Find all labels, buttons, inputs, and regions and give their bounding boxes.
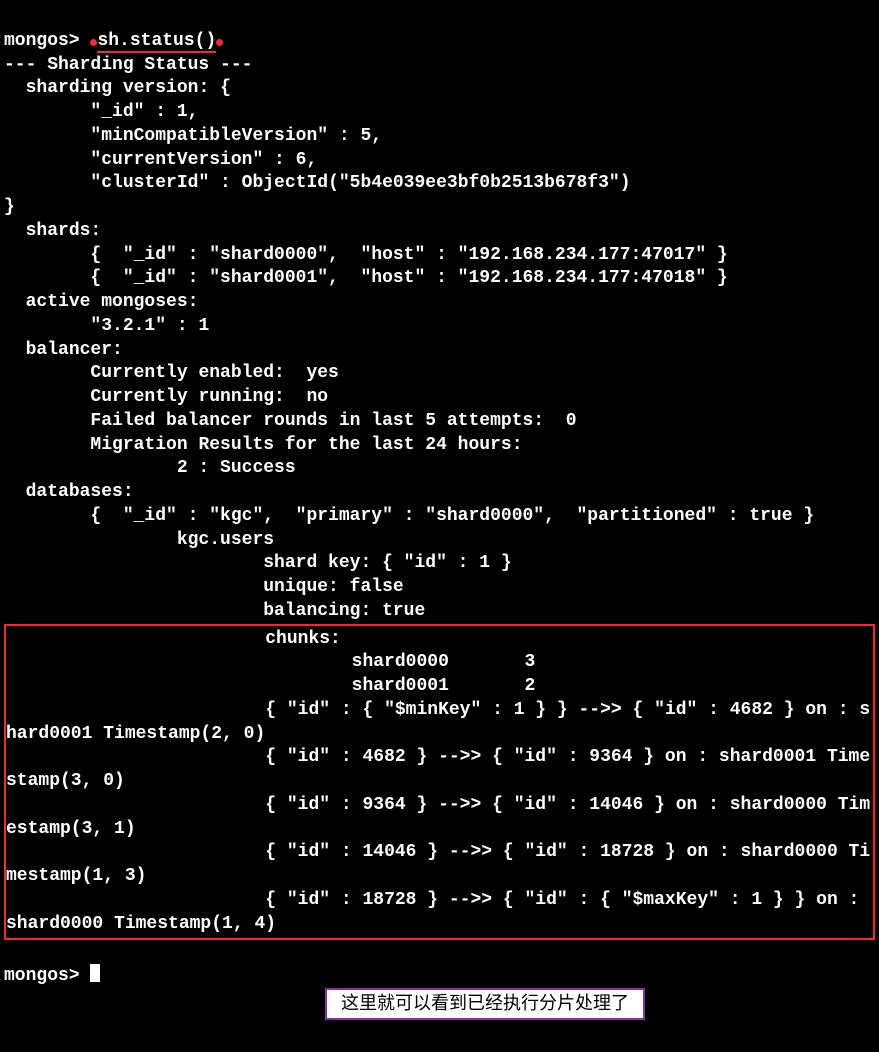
chunk-range-3: { "id" : 14046 } -->> { "id" : 18728 } o… — [6, 842, 870, 886]
status-header: --- Sharding Status --- — [4, 55, 252, 75]
collection-name: kgc.users — [177, 530, 274, 550]
balancer-line-0: Currently enabled: yes — [90, 363, 338, 383]
chunks-summary-0: shard0000 3 — [352, 652, 536, 672]
version-id-val: 1, — [177, 102, 199, 122]
balancer-label: balancer: — [26, 340, 123, 360]
shard-row-1: { "_id" : "shard0001", "host" : "192.168… — [90, 268, 727, 288]
balancer-line-3: Migration Results for the last 24 hours: — [90, 435, 522, 455]
version-min-key: "minCompatibleVersion" — [90, 126, 328, 146]
active-mongoses-label: active mongoses: — [26, 292, 199, 312]
balancing-line: balancing: true — [263, 601, 425, 621]
version-cur-key: "currentVersion" — [90, 150, 263, 170]
prompt-bottom: mongos> — [4, 966, 80, 986]
prompt: mongos> — [4, 31, 80, 51]
databases-label: databases: — [26, 482, 134, 502]
version-cur-val: 6, — [296, 150, 318, 170]
cursor — [90, 964, 100, 982]
annotation-callout: 这里就可以看到已经执行分片处理了 — [325, 988, 645, 1020]
balancer-line-4: 2 : Success — [4, 458, 296, 478]
shard-key-line: shard key: { "id" : 1 } — [263, 553, 511, 573]
version-min-val: 5, — [360, 126, 382, 146]
terminal[interactable]: mongos> sh.status() --- Sharding Status … — [0, 0, 879, 1023]
version-cid-key: "clusterId" — [90, 173, 209, 193]
chunk-range-1: { "id" : 4682 } -->> { "id" : 9364 } on … — [6, 747, 870, 791]
chunks-label: chunks: — [265, 629, 341, 649]
version-id-key: "_id" — [90, 102, 144, 122]
chunk-range-0: { "id" : { "$minKey" : 1 } } -->> { "id"… — [6, 700, 870, 744]
active-mongoses-line: "3.2.1" : 1 — [90, 316, 209, 336]
shards-label: shards: — [26, 221, 102, 241]
chunk-range-4: { "id" : 18728 } -->> { "id" : { "$maxKe… — [6, 890, 870, 934]
shard-row-0: { "_id" : "shard0000", "host" : "192.168… — [90, 245, 727, 265]
brace-open: { — [220, 78, 231, 98]
command: sh.status() — [97, 31, 216, 53]
brace-close: } — [4, 197, 15, 217]
unique-line: unique: false — [263, 577, 403, 597]
version-label: sharding version: — [26, 78, 210, 98]
version-cid-val: ObjectId("5b4e039ee3bf0b2513b678f3") — [242, 173, 631, 193]
chunk-range-2: { "id" : 9364 } -->> { "id" : 14046 } on… — [6, 795, 870, 839]
database-row: { "_id" : "kgc", "primary" : "shard0000"… — [90, 506, 814, 526]
balancer-line-2: Failed balancer rounds in last 5 attempt… — [90, 411, 576, 431]
underline-dot-right — [216, 39, 223, 46]
chunks-summary-1: shard0001 2 — [352, 676, 536, 696]
balancer-line-1: Currently running: no — [90, 387, 328, 407]
highlight-box: chunks: shard0000 3 shard0001 2 { "id" :… — [4, 624, 875, 941]
